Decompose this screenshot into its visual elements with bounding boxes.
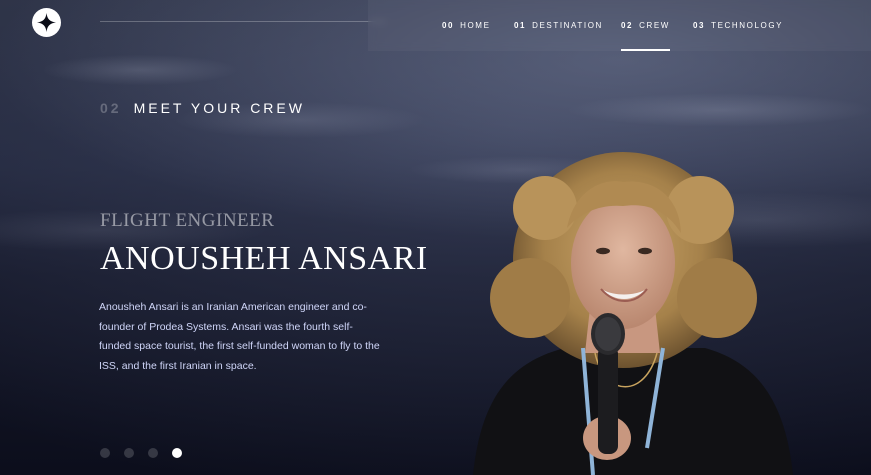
nav-divider-line (100, 21, 386, 22)
nav-item-label: TECHNOLOGY (711, 21, 784, 30)
crew-portrait-image (473, 152, 793, 475)
nav-item-number: 02 (621, 21, 634, 30)
nav-item-crew[interactable]: 02 CREW (621, 0, 670, 51)
nav-item-number: 03 (693, 21, 706, 30)
nav-item-technology[interactable]: 03 TECHNOLOGY (693, 0, 783, 51)
page-title-number: 02 (100, 100, 122, 116)
nav-item-label: DESTINATION (532, 21, 603, 30)
nav-item-destination[interactable]: 01 DESTINATION (514, 0, 603, 51)
slider-dot-1[interactable] (100, 448, 110, 458)
crew-name: ANOUSHEH ANSARI (100, 240, 428, 277)
slider-dot-3[interactable] (148, 448, 158, 458)
site-logo[interactable] (32, 8, 61, 37)
crew-role: FLIGHT ENGINEER (100, 210, 275, 231)
nav-item-label: CREW (639, 21, 670, 30)
crew-bio: Anousheh Ansari is an Iranian American e… (99, 301, 380, 372)
nav-item-label: HOME (460, 21, 491, 30)
crew-slider-dots (100, 448, 182, 458)
star-logo-icon (37, 13, 56, 32)
slider-dot-2[interactable] (124, 448, 134, 458)
nav-item-number: 01 (514, 21, 527, 30)
page-title: 02 MEET YOUR CREW (100, 100, 305, 116)
primary-nav: 00 HOME 01 DESTINATION 02 CREW 03 TECHNO… (368, 0, 871, 51)
nav-item-number: 00 (442, 21, 455, 30)
slider-dot-4[interactable] (172, 448, 182, 458)
page-title-text: MEET YOUR CREW (133, 100, 305, 116)
nav-item-home[interactable]: 00 HOME (442, 0, 491, 51)
